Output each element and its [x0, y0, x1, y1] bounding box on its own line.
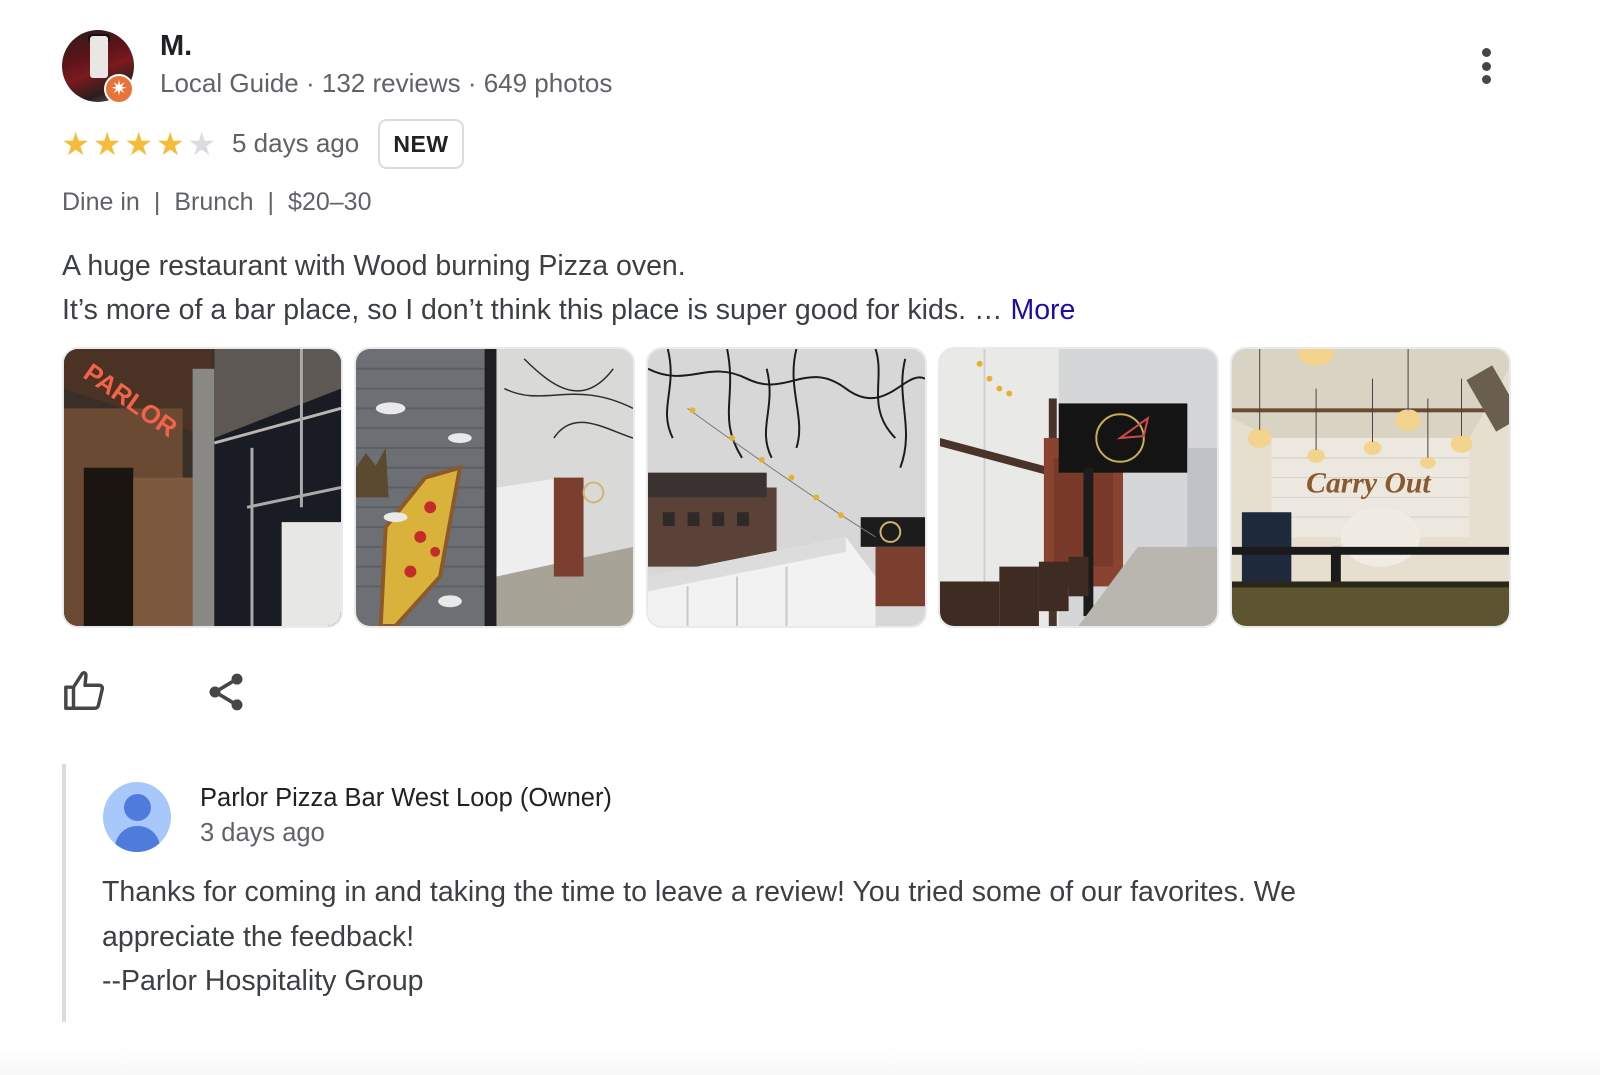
attribute-meal: Brunch: [174, 188, 254, 216]
star-empty-icon: ★: [187, 126, 217, 162]
photo-tent-branches: [648, 349, 925, 626]
photo-parlor-entrance: PARLOR: [64, 349, 341, 626]
review-text-line: A huge restaurant with Wood burning Pizz…: [62, 250, 686, 282]
review-card: ✷ M. Local Guide · 132 reviews · 649 pho…: [0, 0, 1600, 1075]
person-body: [115, 826, 160, 852]
review-photo[interactable]: PARLOR: [62, 347, 343, 628]
person-head: [124, 794, 151, 821]
review-text-line-wrap: It’s more of a bar place, so I don’t thi…: [62, 288, 1075, 332]
star-rating: ★ ★ ★ ★ ★: [60, 126, 218, 162]
photo-pizza-mural: [356, 349, 633, 626]
owner-response-text: Thanks for coming in and taking the time…: [102, 870, 1482, 1004]
more-vert-icon-dot: [1481, 61, 1491, 71]
owner-response-line: Thanks for coming in and taking the time…: [102, 876, 1296, 908]
local-guide-star-icon: ✷: [104, 74, 134, 104]
photo-pizza-sign: [940, 349, 1217, 626]
photo-carry-out-interior: Carry Out: [1232, 349, 1509, 626]
more-link[interactable]: More: [1010, 294, 1075, 326]
owner-response-divider: [62, 764, 66, 1022]
attribute-separator: |: [267, 188, 275, 216]
share-icon: [209, 673, 243, 711]
default-person-icon: [103, 782, 171, 852]
thumb-up-icon: [64, 671, 105, 710]
star-filled-icon: ★: [61, 126, 91, 162]
author-name[interactable]: M.: [160, 30, 192, 63]
new-badge: NEW: [378, 119, 464, 169]
star-filled-icon: ★: [124, 126, 154, 162]
review-attributes: Dine in | Brunch | $20–30: [62, 188, 371, 217]
review-photo[interactable]: [646, 347, 927, 628]
owner-response-date: 3 days ago: [200, 819, 325, 847]
attribute-separator: |: [153, 188, 161, 216]
bottom-fade: [0, 1047, 1600, 1075]
more-vert-icon-dot: [1481, 75, 1491, 84]
star-filled-icon: ★: [92, 126, 122, 162]
more-options-button[interactable]: [1470, 44, 1502, 88]
avatar-shirt: [90, 36, 108, 78]
attribute-price: $20–30: [288, 188, 372, 216]
share-button[interactable]: [204, 670, 248, 714]
star-filled-icon: ★: [155, 126, 185, 162]
review-photo[interactable]: [354, 347, 635, 628]
owner-response-line: --Parlor Hospitality Group: [102, 965, 424, 997]
owner-name: Parlor Pizza Bar West Loop (Owner): [200, 784, 612, 812]
review-date: 5 days ago: [232, 128, 360, 158]
review-text-line: It’s more of a bar place, so I don’t thi…: [62, 294, 1003, 326]
like-button[interactable]: [60, 668, 110, 714]
more-vert-icon-dot: [1481, 48, 1491, 57]
review-photo[interactable]: [938, 347, 1219, 628]
author-meta: Local Guide · 132 reviews · 649 photos: [160, 68, 613, 98]
owner-response-line: appreciate the feedback!: [102, 920, 415, 953]
review-photos: PARLOR Carry Out: [62, 347, 1511, 628]
attribute-service: Dine in: [62, 188, 140, 216]
svg-text:Carry Out: Carry Out: [1306, 467, 1431, 499]
review-text: A huge restaurant with Wood burning Pizz…: [62, 244, 1075, 332]
review-photo[interactable]: Carry Out: [1230, 347, 1511, 628]
